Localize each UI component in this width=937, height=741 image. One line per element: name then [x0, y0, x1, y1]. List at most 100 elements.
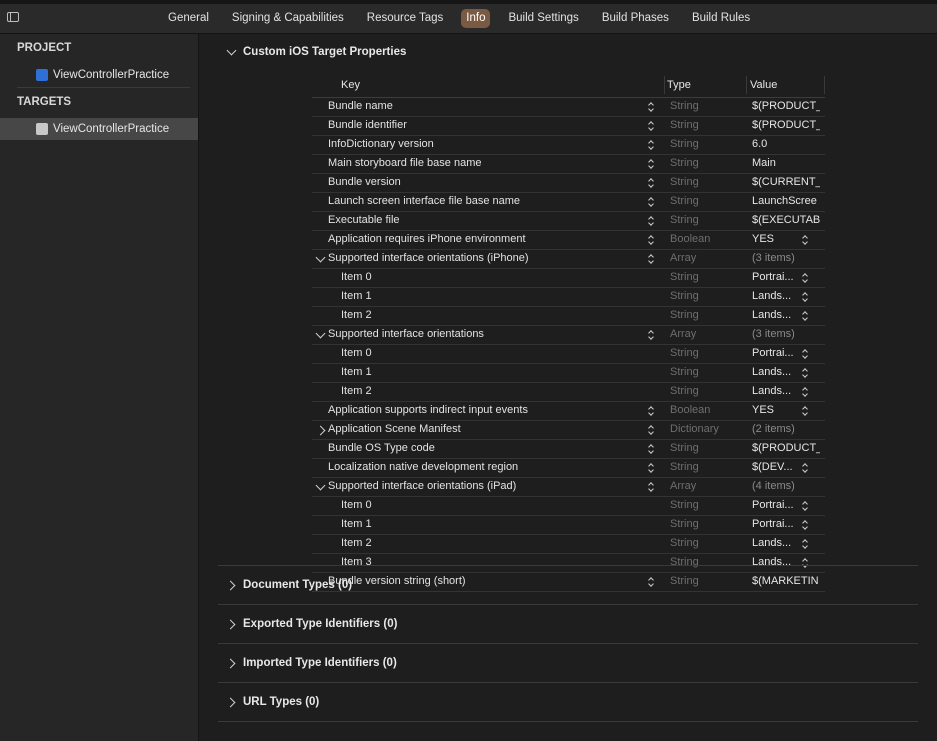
plist-value[interactable]: YES: [752, 233, 798, 245]
plist-type[interactable]: String: [670, 575, 699, 587]
plist-value[interactable]: Lands...: [752, 366, 798, 378]
plist-row[interactable]: Supported interface orientations (iPad) A…: [312, 478, 825, 497]
chevron-right-icon[interactable]: [315, 425, 326, 436]
plist-type[interactable]: Array: [670, 252, 696, 264]
plist-row[interactable]: Item 0 String Portrai...: [312, 497, 825, 516]
tab-signing-capabilities[interactable]: Signing & Capabilities: [227, 9, 349, 28]
key-stepper-icon[interactable]: [648, 254, 655, 265]
plist-key[interactable]: Supported interface orientations (iPad): [328, 480, 516, 492]
plist-value[interactable]: LaunchScree: [752, 195, 820, 207]
value-stepper-icon[interactable]: [802, 520, 809, 531]
plist-row[interactable]: Bundle identifier String $(PRODUCT_: [312, 117, 825, 136]
plist-value[interactable]: Lands...: [752, 290, 798, 302]
plist-value[interactable]: Portrai...: [752, 518, 798, 530]
plist-type[interactable]: String: [670, 176, 699, 188]
plist-row[interactable]: Main storyboard file base name String Main: [312, 155, 825, 174]
plist-value[interactable]: Lands...: [752, 385, 798, 397]
plist-type[interactable]: String: [670, 214, 699, 226]
plist-value[interactable]: YES: [752, 404, 798, 416]
plist-type[interactable]: Array: [670, 328, 696, 340]
plist-key[interactable]: Main storyboard file base name: [328, 157, 481, 169]
plist-type[interactable]: String: [670, 195, 699, 207]
chevron-down-icon[interactable]: [315, 328, 326, 339]
plist-type[interactable]: String: [670, 442, 699, 454]
key-stepper-icon[interactable]: [648, 235, 655, 246]
key-stepper-icon[interactable]: [648, 178, 655, 189]
plist-row[interactable]: Application supports indirect input even…: [312, 402, 825, 421]
key-stepper-icon[interactable]: [648, 425, 655, 436]
plist-type[interactable]: String: [670, 385, 699, 397]
key-stepper-icon[interactable]: [648, 197, 655, 208]
chevron-right-icon[interactable]: [225, 619, 236, 630]
plist-row[interactable]: Item 3 String Lands...: [312, 554, 825, 573]
plist-row[interactable]: Item 1 String Lands...: [312, 364, 825, 383]
key-stepper-icon[interactable]: [648, 330, 655, 341]
plist-key[interactable]: Executable file: [328, 214, 400, 226]
key-stepper-icon[interactable]: [648, 406, 655, 417]
chevron-down-icon[interactable]: [226, 45, 237, 56]
plist-value[interactable]: Main: [752, 157, 820, 169]
plist-value[interactable]: (3 items): [752, 252, 820, 264]
plist-key[interactable]: Launch screen interface file base name: [328, 195, 520, 207]
plist-type[interactable]: String: [670, 119, 699, 131]
value-stepper-icon[interactable]: [802, 387, 809, 398]
plist-row[interactable]: Bundle OS Type code String $(PRODUCT_: [312, 440, 825, 459]
plist-key[interactable]: Bundle version: [328, 176, 401, 188]
plist-type[interactable]: String: [670, 518, 699, 530]
value-stepper-icon[interactable]: [802, 558, 809, 569]
tab-build-rules[interactable]: Build Rules: [687, 9, 755, 28]
chevron-down-icon[interactable]: [315, 480, 326, 491]
plist-row[interactable]: Item 0 String Portrai...: [312, 269, 825, 288]
plist-row[interactable]: Supported interface orientations Array (3 …: [312, 326, 825, 345]
value-stepper-icon[interactable]: [802, 539, 809, 550]
sidebar-toggle-icon[interactable]: [7, 12, 19, 22]
plist-type[interactable]: String: [670, 271, 699, 283]
plist-key[interactable]: InfoDictionary version: [328, 138, 434, 150]
plist-value[interactable]: $(MARKETIN: [752, 575, 820, 587]
plist-value[interactable]: $(PRODUCT_: [752, 442, 820, 454]
section-title-custom-properties[interactable]: Custom iOS Target Properties: [243, 46, 406, 58]
plist-value[interactable]: 6.0: [752, 138, 820, 150]
plist-type[interactable]: Array: [670, 480, 696, 492]
column-header-type[interactable]: Type: [667, 79, 691, 91]
key-stepper-icon[interactable]: [648, 216, 655, 227]
plist-key[interactable]: Application Scene Manifest: [328, 423, 461, 435]
plist-key[interactable]: Application requires iPhone environment: [328, 233, 526, 245]
value-stepper-icon[interactable]: [802, 463, 809, 474]
plist-value[interactable]: $(PRODUCT_: [752, 119, 820, 131]
plist-row[interactable]: Item 2 String Lands...: [312, 535, 825, 554]
plist-value[interactable]: $(CURRENT_: [752, 176, 820, 188]
plist-row[interactable]: Item 2 String Lands...: [312, 383, 825, 402]
plist-type[interactable]: Dictionary: [670, 423, 719, 435]
plist-type[interactable]: String: [670, 556, 699, 568]
plist-value[interactable]: (4 items): [752, 480, 820, 492]
plist-value[interactable]: $(EXECUTAB: [752, 214, 820, 226]
value-stepper-icon[interactable]: [802, 235, 809, 246]
plist-type[interactable]: String: [670, 100, 699, 112]
value-stepper-icon[interactable]: [802, 406, 809, 417]
tab-build-phases[interactable]: Build Phases: [597, 9, 674, 28]
plist-row[interactable]: Executable file String $(EXECUTAB: [312, 212, 825, 231]
plist-value[interactable]: (2 items): [752, 423, 820, 435]
plist-type[interactable]: String: [670, 461, 699, 473]
plist-value[interactable]: Lands...: [752, 309, 798, 321]
plist-row[interactable]: Application Scene Manifest Dictionary (2 i…: [312, 421, 825, 440]
section-title-document-types[interactable]: Document Types (0): [243, 579, 352, 591]
key-stepper-icon[interactable]: [648, 140, 655, 151]
plist-value[interactable]: (3 items): [752, 328, 820, 340]
value-stepper-icon[interactable]: [802, 292, 809, 303]
plist-row[interactable]: Supported interface orientations (iPhone…: [312, 250, 825, 269]
plist-type[interactable]: Boolean: [670, 404, 710, 416]
plist-row[interactable]: Item 0 String Portrai...: [312, 345, 825, 364]
plist-value[interactable]: $(DEV...: [752, 461, 798, 473]
key-stepper-icon[interactable]: [648, 121, 655, 132]
plist-key[interactable]: Bundle OS Type code: [328, 442, 435, 454]
value-stepper-icon[interactable]: [802, 273, 809, 284]
plist-key[interactable]: Item 2: [341, 309, 372, 321]
plist-row[interactable]: Launch screen interface file base name St…: [312, 193, 825, 212]
plist-key[interactable]: Item 2: [341, 385, 372, 397]
plist-type[interactable]: String: [670, 499, 699, 511]
plist-row[interactable]: Bundle version string (short) String $(MAR…: [312, 573, 825, 592]
plist-type[interactable]: Boolean: [670, 233, 710, 245]
plist-key[interactable]: Item 1: [341, 290, 372, 302]
